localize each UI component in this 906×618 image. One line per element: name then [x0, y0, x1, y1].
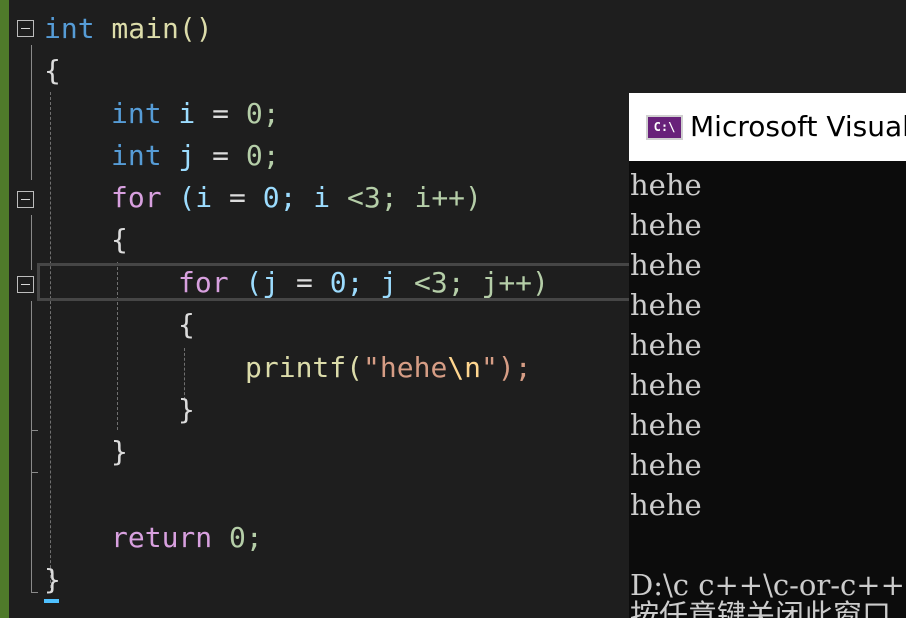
code-line: return 0;	[111, 521, 263, 554]
code-line: for (j = 0; j <3; j++)	[178, 266, 549, 299]
debug-console-window[interactable]: C:\ Microsoft Visual Studio 调试控制台 hehe h…	[629, 93, 906, 618]
code-line: }	[111, 435, 128, 468]
collapse-minus-icon[interactable]	[17, 276, 34, 293]
console-output-line: hehe	[630, 488, 702, 522]
console-output-line: hehe	[630, 288, 702, 322]
code-line: {	[44, 54, 61, 87]
outline-line	[31, 301, 32, 593]
console-title-bar[interactable]: C:\ Microsoft Visual Studio 调试控制台	[629, 93, 906, 161]
console-output-line: hehe	[630, 248, 702, 282]
console-output-line: hehe	[630, 168, 702, 202]
collapse-minus-icon[interactable]	[17, 191, 34, 208]
code-line: {	[178, 308, 195, 341]
outline-line	[31, 45, 32, 180]
code-line: for (i = 0; i <3; i++)	[111, 181, 482, 214]
code-line: printf("hehe\n");	[245, 351, 532, 384]
console-title: Microsoft Visual Studio 调试控制台	[690, 110, 906, 143]
code-line: }	[178, 393, 195, 426]
console-prompt-line: 按任意键关闭此窗口. . .	[630, 598, 901, 618]
code-line: {	[111, 223, 128, 256]
change-indicator-bar	[0, 0, 9, 618]
code-line: int i = 0;	[111, 97, 280, 130]
console-app-icon: C:\	[646, 115, 683, 140]
text-caret	[44, 599, 59, 603]
console-output-line: hehe	[630, 448, 702, 482]
code-line: int j = 0;	[111, 139, 280, 172]
console-output-line: hehe	[630, 208, 702, 242]
code-line: int main()	[44, 12, 213, 45]
console-output-line: hehe	[630, 328, 702, 362]
indent-guide	[50, 92, 51, 588]
outline-tick	[31, 472, 38, 473]
console-output-line: hehe	[630, 368, 702, 402]
console-output-line: hehe	[630, 408, 702, 442]
outline-tick	[31, 430, 38, 431]
code-line: }	[44, 563, 61, 596]
outline-line	[31, 215, 32, 270]
collapse-minus-icon[interactable]	[17, 20, 34, 37]
outline-tick	[31, 592, 38, 593]
